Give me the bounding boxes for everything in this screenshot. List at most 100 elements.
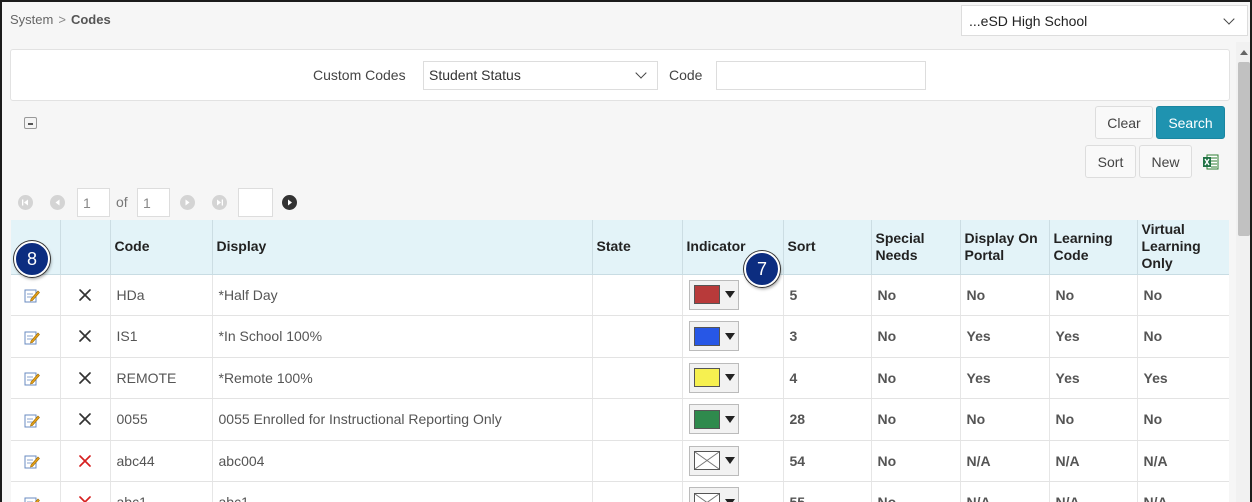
indicator-cell bbox=[681, 440, 783, 482]
custom-codes-label: Custom Codes bbox=[313, 67, 406, 83]
next-page-icon[interactable] bbox=[180, 195, 195, 210]
page-size-input[interactable] bbox=[238, 188, 273, 217]
new-button[interactable]: New bbox=[1139, 145, 1192, 178]
state-cell bbox=[591, 440, 682, 482]
excel-export-icon[interactable] bbox=[1203, 154, 1219, 170]
code-input[interactable] bbox=[716, 61, 926, 90]
delete-icon[interactable] bbox=[77, 328, 93, 344]
collapse-icon[interactable] bbox=[24, 117, 37, 129]
delete-icon[interactable] bbox=[77, 494, 93, 502]
edit-icon[interactable] bbox=[24, 413, 40, 428]
breadcrumb-current: Codes bbox=[70, 12, 111, 27]
special-needs-cell: No bbox=[870, 315, 960, 358]
header-sort[interactable]: Sort bbox=[782, 220, 871, 275]
custom-codes-select[interactable]: Student Status bbox=[423, 61, 658, 90]
header-state[interactable]: State bbox=[591, 220, 682, 275]
header-virtual-learning-only[interactable]: Virtual Learning Only bbox=[1136, 220, 1229, 275]
virtual-learning-only-cell: N/A bbox=[1136, 481, 1229, 502]
last-page-icon[interactable] bbox=[212, 195, 227, 210]
go-page-icon[interactable] bbox=[282, 195, 297, 210]
color-swatch bbox=[693, 285, 720, 305]
breadcrumb: System > Codes bbox=[10, 12, 111, 27]
breadcrumb-system-link[interactable]: System bbox=[10, 12, 53, 27]
header-display[interactable]: Display bbox=[211, 220, 592, 275]
edit-cell bbox=[11, 398, 60, 441]
indicator-color-picker[interactable] bbox=[688, 279, 739, 310]
edit-icon[interactable] bbox=[24, 288, 40, 303]
virtual-learning-only-cell: No bbox=[1136, 315, 1229, 358]
special-needs-cell: No bbox=[870, 440, 960, 482]
code-cell: HDa bbox=[109, 274, 212, 316]
delete-icon[interactable] bbox=[77, 411, 93, 427]
header-display-on-portal[interactable]: Display On Portal bbox=[959, 220, 1049, 275]
code-cell: REMOTE bbox=[109, 357, 212, 399]
indicator-color-picker[interactable] bbox=[688, 362, 739, 393]
display-cell: abc1 bbox=[211, 481, 592, 502]
virtual-learning-only-cell: N/A bbox=[1136, 440, 1229, 482]
previous-page-icon[interactable] bbox=[50, 195, 65, 210]
special-needs-cell: No bbox=[870, 398, 960, 441]
edit-icon[interactable] bbox=[24, 454, 40, 469]
header-learning-code[interactable]: Learning Code bbox=[1048, 220, 1137, 275]
display-on-portal-cell: N/A bbox=[959, 481, 1049, 502]
vertical-scrollbar[interactable] bbox=[1236, 42, 1250, 502]
indicator-color-picker[interactable] bbox=[688, 321, 739, 352]
search-button[interactable]: Search bbox=[1156, 106, 1225, 139]
chevron-down-icon bbox=[635, 67, 647, 79]
pager-of-label: of bbox=[116, 194, 128, 210]
state-cell bbox=[591, 315, 682, 358]
display-on-portal-cell: N/A bbox=[959, 440, 1049, 482]
delete-cell bbox=[59, 357, 110, 399]
table-row: abc44 abc004 54 No N/A N/A N/A bbox=[11, 440, 1229, 482]
sort-button[interactable]: Sort bbox=[1085, 145, 1136, 178]
indicator-color-picker[interactable] bbox=[688, 404, 739, 435]
edit-icon[interactable] bbox=[24, 330, 40, 345]
edit-icon[interactable] bbox=[24, 496, 40, 502]
no-color-icon bbox=[693, 451, 720, 471]
edit-icon[interactable] bbox=[24, 371, 40, 386]
state-cell bbox=[591, 398, 682, 441]
edit-cell bbox=[11, 315, 60, 358]
sort-cell: 54 bbox=[782, 440, 871, 482]
color-swatch bbox=[693, 368, 720, 388]
delete-cell bbox=[59, 440, 110, 482]
codes-page: System > Codes ...eSD High School Custom C… bbox=[0, 0, 1252, 502]
delete-icon[interactable] bbox=[77, 453, 93, 469]
dropdown-arrow-icon bbox=[724, 457, 735, 465]
header-special-needs[interactable]: Special Needs bbox=[870, 220, 960, 275]
indicator-cell bbox=[681, 481, 783, 502]
dropdown-arrow-icon bbox=[724, 291, 735, 299]
no-color-icon bbox=[693, 492, 720, 502]
breadcrumb-separator: > bbox=[58, 12, 66, 27]
edit-cell bbox=[11, 481, 60, 502]
code-cell: abc44 bbox=[109, 440, 212, 482]
delete-icon[interactable] bbox=[77, 370, 93, 386]
table-row: IS1 *In School 100% 3 No Yes Yes No bbox=[11, 315, 1229, 358]
page-number-input[interactable]: 1 bbox=[77, 188, 110, 217]
scrollbar-thumb[interactable] bbox=[1238, 62, 1250, 236]
learning-code-cell: N/A bbox=[1048, 481, 1137, 502]
display-cell: *Remote 100% bbox=[211, 357, 592, 399]
display-on-portal-cell: No bbox=[959, 274, 1049, 316]
school-select[interactable]: ...eSD High School bbox=[961, 5, 1248, 36]
display-cell: 0055 Enrolled for Instructional Reportin… bbox=[211, 398, 592, 441]
code-cell: 0055 bbox=[109, 398, 212, 441]
page-total: 1 bbox=[137, 188, 170, 217]
header-code[interactable]: Code bbox=[109, 220, 212, 275]
edit-cell bbox=[11, 357, 60, 399]
scroll-up-arrow-icon[interactable] bbox=[1240, 50, 1248, 55]
delete-cell bbox=[59, 315, 110, 358]
special-needs-cell: No bbox=[870, 357, 960, 399]
first-page-icon[interactable] bbox=[18, 195, 33, 210]
clear-button[interactable]: Clear bbox=[1095, 106, 1153, 139]
delete-cell bbox=[59, 398, 110, 441]
delete-icon[interactable] bbox=[77, 287, 93, 303]
header-delete bbox=[59, 220, 110, 275]
dropdown-arrow-icon bbox=[724, 332, 735, 340]
display-on-portal-cell: No bbox=[959, 398, 1049, 441]
dropdown-arrow-icon bbox=[724, 415, 735, 423]
indicator-color-picker[interactable] bbox=[688, 445, 739, 476]
sort-cell: 3 bbox=[782, 315, 871, 358]
indicator-color-picker[interactable] bbox=[688, 487, 739, 502]
delete-cell bbox=[59, 481, 110, 502]
